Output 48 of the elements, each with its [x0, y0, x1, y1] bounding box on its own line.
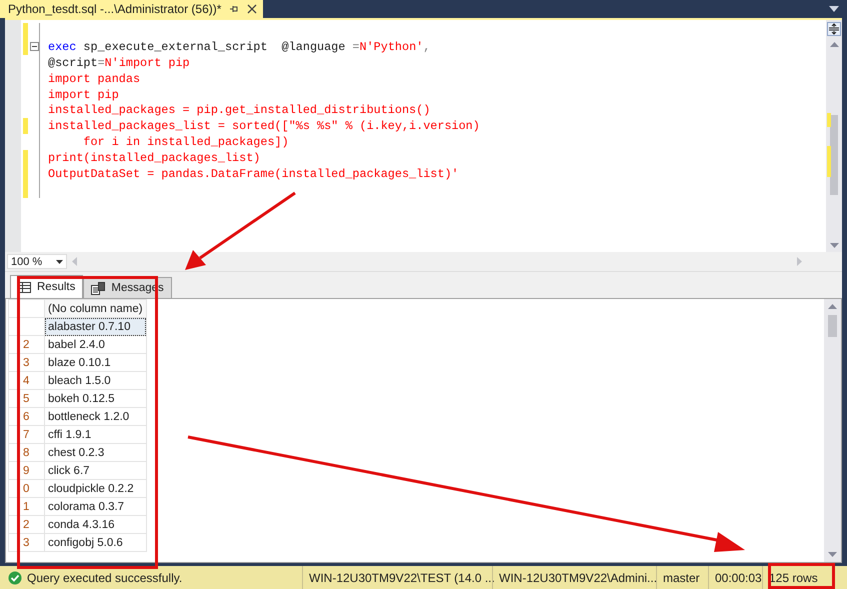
status-field: 00:00:03	[708, 566, 762, 589]
change-marker	[827, 146, 831, 177]
scrollbar-thumb[interactable]	[828, 315, 837, 337]
dropdown-arrow-icon[interactable]	[829, 6, 839, 12]
close-icon[interactable]	[247, 4, 258, 14]
table-cell[interactable]: blaze 0.10.1	[44, 354, 146, 372]
table-cell[interactable]: alabaster 0.7.10	[44, 318, 146, 336]
code-line: for i in installed_packages])	[82, 135, 289, 150]
scroll-down-icon[interactable]	[830, 243, 838, 248]
highlight-frame	[768, 563, 835, 589]
grid-icon	[18, 282, 31, 292]
split-icon[interactable]	[827, 22, 841, 36]
scroll-down-icon[interactable]	[828, 552, 837, 557]
scroll-up-icon[interactable]	[828, 304, 837, 309]
status-field: master	[656, 566, 708, 589]
code-line: @script=N'import pip	[48, 56, 190, 70]
success-check-icon	[8, 570, 22, 584]
table-cell[interactable]: cffi 1.9.1	[44, 426, 146, 444]
corner-cell[interactable]	[8, 300, 44, 318]
table-cell[interactable]: configobj 5.0.6	[44, 534, 146, 552]
code-line: print(installed_packages_list)	[48, 151, 260, 166]
table-cell[interactable]: colorama 0.3.7	[44, 498, 146, 516]
table-cell[interactable]: bleach 1.5.0	[44, 372, 146, 390]
status-message: Query executed successfully.	[27, 570, 182, 584]
table-cell[interactable]: chest 0.2.3	[44, 444, 146, 462]
code-line: OutputDataSet = pandas.DataFrame(installed_packages_list)'	[48, 166, 459, 181]
change-marker	[827, 113, 831, 127]
table-cell[interactable]: bokeh 0.12.5	[44, 390, 146, 408]
code-line: import pandas	[48, 72, 140, 86]
document-tab[interactable]: Python_tesdt.sql -...\Administrator (56))*	[0, 0, 264, 18]
pin-icon[interactable]	[229, 4, 240, 14]
caret-icon	[56, 260, 63, 264]
collapse-icon[interactable]	[30, 42, 39, 52]
code-line: installed_packages_list = sorted(["%s %s" % (i.key,i.version)	[48, 119, 480, 134]
code-line: import pip	[48, 88, 119, 102]
column-header[interactable]: (No column name)	[44, 300, 146, 318]
table-cell[interactable]: conda 4.3.16	[44, 516, 146, 534]
table-cell[interactable]: click 6.7	[44, 462, 146, 480]
scrollbar-thumb[interactable]	[830, 115, 838, 195]
status-field: 125 rows	[762, 566, 832, 589]
table-cell[interactable]: bottleneck 1.2.0	[44, 408, 146, 426]
scroll-up-icon[interactable]	[830, 42, 838, 47]
document-icon	[91, 282, 106, 294]
code-line: installed_packages = pip.get_installed_distributions()	[48, 103, 430, 118]
code-line: exec sp_execute_external_script @language =N'Python',	[48, 40, 430, 54]
zoom-dropdown[interactable]: 100 %	[7, 254, 67, 269]
table-cell[interactable]: cloudpickle 0.2.2	[44, 480, 146, 498]
table-cell[interactable]: babel 2.4.0	[44, 336, 146, 354]
